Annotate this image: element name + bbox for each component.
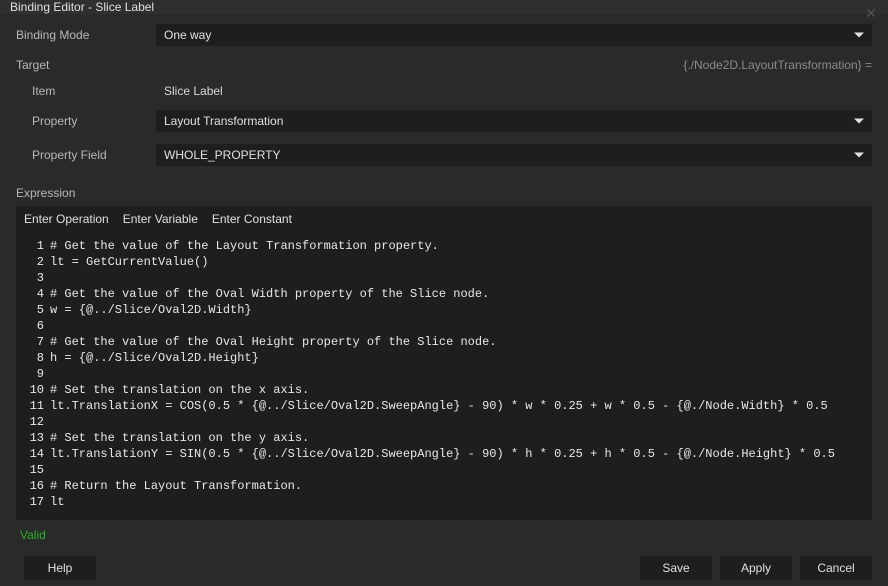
line-number: 9 [24,366,44,382]
line-number: 14 [24,446,44,462]
target-expression: {./Node2D.LayoutTransformation} = [683,58,872,72]
save-button[interactable]: Save [640,556,712,580]
code-line: 14 lt.TranslationY = SIN(0.5 * {@../Slice… [24,446,864,462]
cancel-button[interactable]: Cancel [800,556,872,580]
code-line: 1 # Get the value of the Layout Transform… [24,238,864,254]
code-line: 10 # Set the translation on the x axis. [24,382,864,398]
code-text: # Return the Layout Transformation. [50,478,302,494]
code-text: # Get the value of the Oval Height prope… [50,334,496,350]
enter-operation-button[interactable]: Enter Operation [24,212,109,226]
close-icon[interactable]: ✕ [862,4,880,22]
code-text: # Get the value of the Layout Transforma… [50,238,439,254]
line-number: 13 [24,430,44,446]
footer: Help Save Apply Cancel [0,542,888,586]
expression-toolbar: Enter Operation Enter Variable Enter Con… [16,206,872,232]
line-number: 2 [24,254,44,270]
code-line: 3 [24,270,864,286]
expression-label: Expression [16,186,872,200]
code-text: lt [50,494,64,510]
titlebar: Binding Editor - Slice Label ✕ [0,0,888,14]
code-line: 5 w = {@../Slice/Oval2D.Width} [24,302,864,318]
code-text: lt.TranslationX = COS(0.5 * {@../Slice/O… [50,398,828,414]
code-line: 2 lt = GetCurrentValue() [24,254,864,270]
validation-status: Valid [20,528,872,542]
line-number: 10 [24,382,44,398]
code-text: # Set the translation on the x axis. [50,382,309,398]
line-number: 17 [24,494,44,510]
target-property-label: Property [16,114,156,128]
target-propertyfield-select[interactable]: WHOLE_PROPERTY [156,144,872,166]
line-number: 11 [24,398,44,414]
enter-constant-button[interactable]: Enter Constant [212,212,292,226]
apply-button[interactable]: Apply [720,556,792,580]
line-number: 3 [24,270,44,286]
code-text: w = {@../Slice/Oval2D.Width} [50,302,252,318]
target-property-select[interactable]: Layout Transformation [156,110,872,132]
binding-mode-row: Binding Mode One way [16,24,872,46]
target-item-value: Slice Label [156,84,872,98]
code-line: 7 # Get the value of the Oval Height prop… [24,334,864,350]
content-area: Binding Mode One way Target {./Node2D.La… [0,14,888,542]
code-line: 8 h = {@../Slice/Oval2D.Height} [24,350,864,366]
code-line: 9 [24,366,864,382]
line-number: 12 [24,414,44,430]
code-text: lt.TranslationY = SIN(0.5 * {@../Slice/O… [50,446,835,462]
line-number: 16 [24,478,44,494]
chevron-down-icon [854,153,864,158]
binding-mode-value: One way [164,28,211,42]
line-number: 15 [24,462,44,478]
target-item-label: Item [16,84,156,98]
expression-editor[interactable]: 1 # Get the value of the Layout Transform… [16,232,872,520]
target-label: Target [16,58,49,72]
code-text: # Set the translation on the y axis. [50,430,309,446]
line-number: 5 [24,302,44,318]
window-title: Binding Editor - Slice Label [10,0,154,14]
chevron-down-icon [854,119,864,124]
code-line: 12 [24,414,864,430]
line-number: 4 [24,286,44,302]
target-property-value: Layout Transformation [164,114,283,128]
code-line: 17 lt [24,494,864,510]
line-number: 6 [24,318,44,334]
code-line: 13 # Set the translation on the y axis. [24,430,864,446]
binding-mode-label: Binding Mode [16,28,156,42]
code-text: # Get the value of the Oval Width proper… [50,286,489,302]
chevron-down-icon [854,33,864,38]
code-text: h = {@../Slice/Oval2D.Height} [50,350,259,366]
target-propertyfield-row: Property Field WHOLE_PROPERTY [16,144,872,166]
line-number: 1 [24,238,44,254]
code-text: lt = GetCurrentValue() [50,254,208,270]
binding-mode-select[interactable]: One way [156,24,872,46]
code-line: 6 [24,318,864,334]
target-header-row: Target {./Node2D.LayoutTransformation} = [16,58,872,72]
target-propertyfield-value: WHOLE_PROPERTY [164,148,280,162]
target-property-row: Property Layout Transformation [16,110,872,132]
help-button[interactable]: Help [24,556,96,580]
code-line: 15 [24,462,864,478]
enter-variable-button[interactable]: Enter Variable [123,212,198,226]
code-line: 16 # Return the Layout Transformation. [24,478,864,494]
binding-editor-window: Binding Editor - Slice Label ✕ Binding M… [0,0,888,586]
target-propertyfield-label: Property Field [16,148,156,162]
code-line: 4 # Get the value of the Oval Width prope… [24,286,864,302]
line-number: 7 [24,334,44,350]
target-item-row: Item Slice Label [16,84,872,98]
line-number: 8 [24,350,44,366]
code-line: 11 lt.TranslationX = COS(0.5 * {@../Slice… [24,398,864,414]
